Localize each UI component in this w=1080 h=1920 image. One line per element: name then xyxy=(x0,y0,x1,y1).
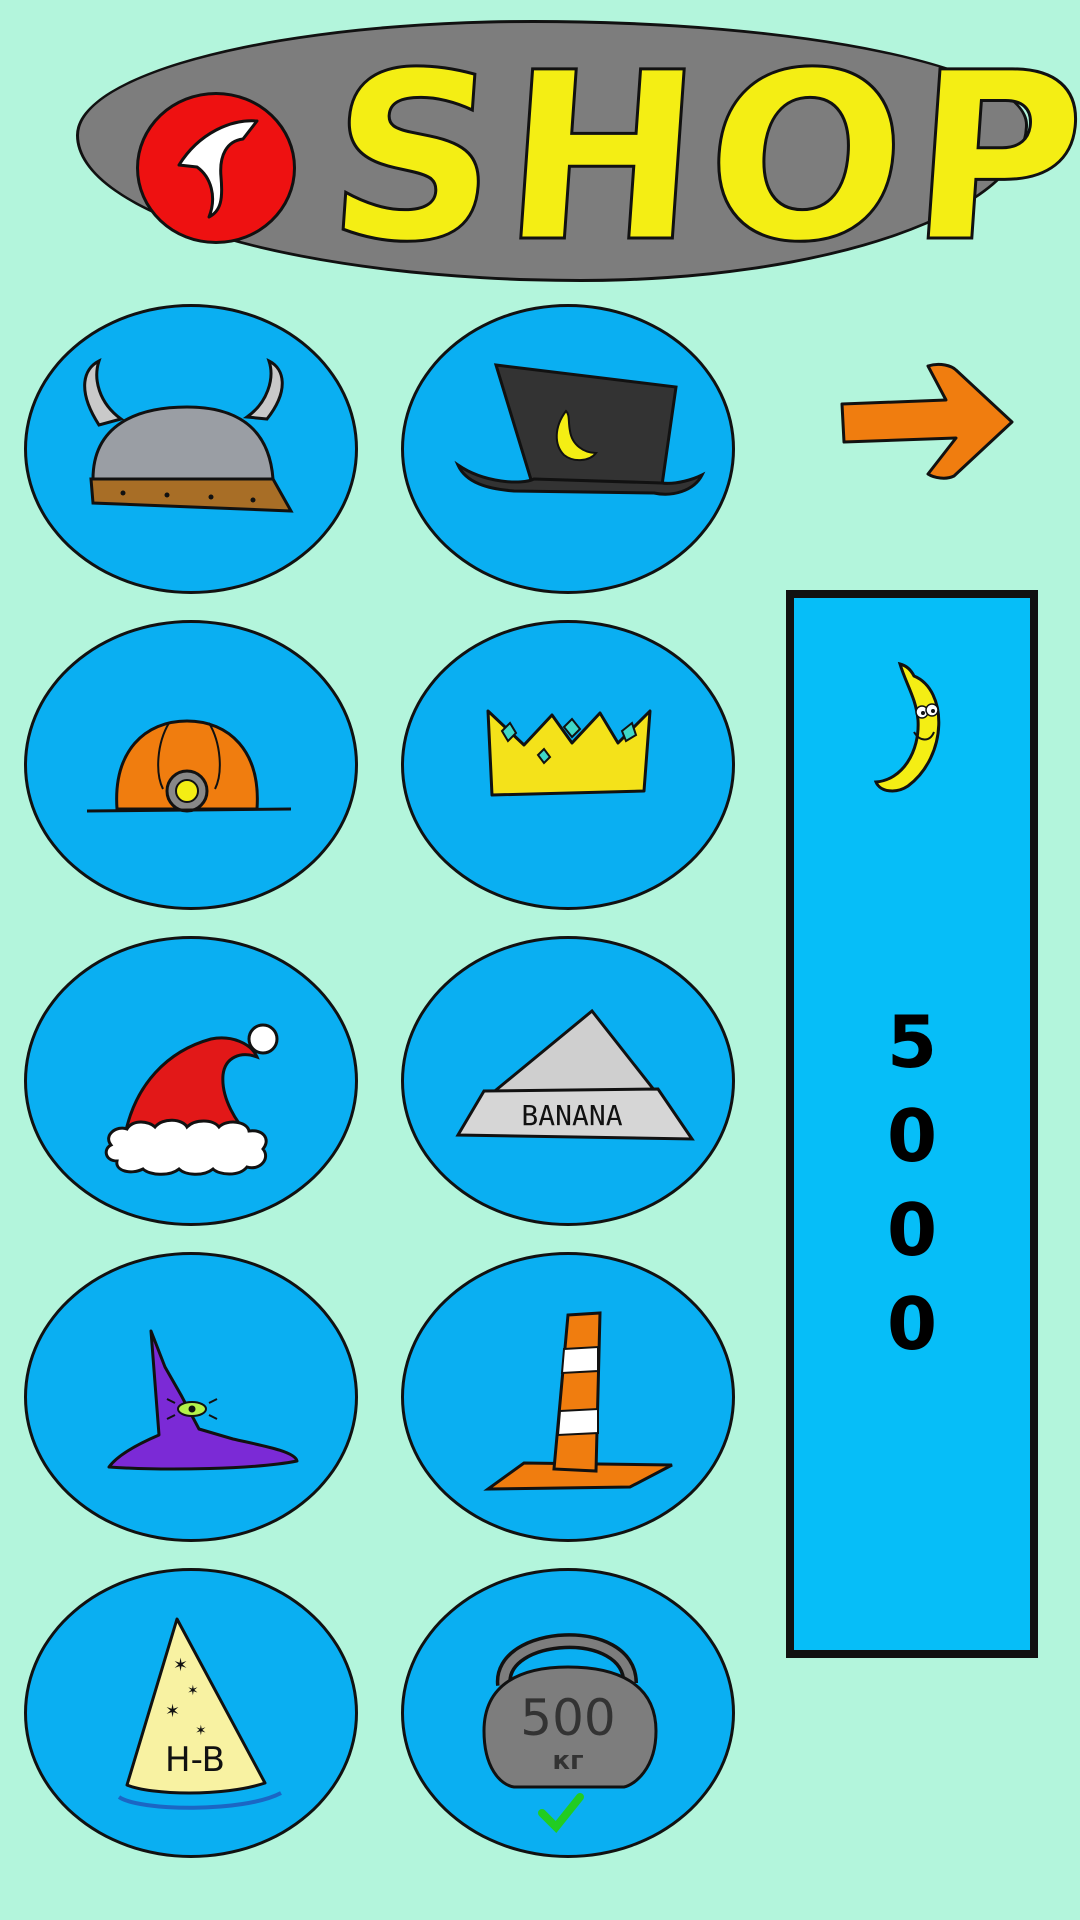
shop-item-wizard-hat[interactable] xyxy=(24,1252,358,1542)
back-button[interactable] xyxy=(136,92,296,244)
shop-item-crown[interactable] xyxy=(401,620,735,910)
next-page-arrow[interactable] xyxy=(836,356,1016,486)
crown-icon xyxy=(486,709,652,797)
shop-item-kettlebell[interactable]: 500 кг xyxy=(401,1568,735,1858)
balance-amount: 5000 xyxy=(870,1000,954,1376)
traffic-cone-icon xyxy=(483,1311,673,1491)
shop-item-party-hat[interactable]: ✶ ✶ ✶ ✶ H-B xyxy=(24,1568,358,1858)
star-icon: ✶ xyxy=(165,1701,180,1722)
wizard-hat-icon xyxy=(107,1329,299,1471)
shop-item-banana-mountain-hat[interactable]: BANANA xyxy=(401,936,735,1226)
top-hat-icon xyxy=(454,363,706,496)
viking-helmet-icon xyxy=(83,358,294,513)
star-icon: ✶ xyxy=(187,1683,199,1699)
kettlebell-unit: кг xyxy=(552,1746,583,1776)
santa-hat-icon xyxy=(104,1023,279,1176)
miner-helmet-icon xyxy=(86,719,292,813)
party-hat-icon: ✶ ✶ ✶ ✶ H-B xyxy=(117,1617,282,1810)
shop-title: SHOP xyxy=(319,22,1080,295)
balance-panel: 5000 xyxy=(786,590,1038,1658)
shop-item-santa-hat[interactable] xyxy=(24,936,358,1226)
party-hat-label: H-B xyxy=(165,1740,225,1780)
kettlebell-weight: 500 xyxy=(520,1689,615,1747)
back-arrow-icon xyxy=(177,119,259,219)
arrow-right-icon xyxy=(840,362,1014,480)
star-icon: ✶ xyxy=(195,1723,207,1739)
banana-hat-label: BANANA xyxy=(521,1099,622,1132)
kettlebell-icon: 500 кг xyxy=(482,1633,658,1833)
banana-mountain-hat-icon: BANANA xyxy=(455,1008,695,1141)
shop-item-traffic-cone[interactable] xyxy=(401,1252,735,1542)
equipped-check-icon xyxy=(538,1793,584,1833)
shop-item-viking-helmet[interactable] xyxy=(24,304,358,594)
shop-item-top-hat[interactable] xyxy=(401,304,735,594)
banana-icon xyxy=(873,661,941,793)
shop-item-miner-helmet[interactable] xyxy=(24,620,358,910)
star-icon: ✶ xyxy=(173,1655,188,1676)
